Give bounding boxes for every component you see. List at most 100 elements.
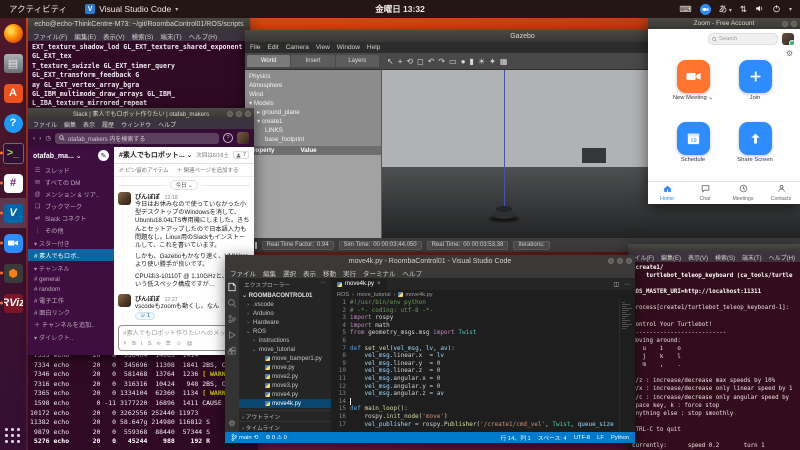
teleop-titlebar[interactable]	[628, 244, 800, 252]
menu-item[interactable]: 端末(T)	[742, 253, 762, 262]
activities-button[interactable]: アクティビティ	[0, 0, 76, 18]
gazebo-tree-item[interactable]: Wind	[249, 90, 377, 99]
help-icon[interactable]: ?	[223, 133, 233, 143]
menu-item[interactable]: 表示(V)	[688, 253, 708, 262]
menu-item[interactable]: 選択	[283, 268, 296, 278]
file-tree-item[interactable]: ›instructions	[239, 336, 331, 345]
menu-item[interactable]: View	[316, 44, 330, 51]
sidebar-section[interactable]: › タイムライン	[239, 421, 331, 432]
file-tree-item[interactable]: move_bamper1.py	[239, 354, 331, 363]
workspace-switcher[interactable]: otafab_ma... ⌄ ✎	[28, 147, 114, 164]
slack-icon[interactable]: #	[0, 168, 26, 198]
more-actions-icon[interactable]: ⋯	[320, 280, 326, 289]
add-page[interactable]: ＋ 関連ページを追加する	[177, 166, 239, 174]
menu-item[interactable]: 端末(T)	[160, 31, 181, 41]
vscode-icon[interactable]: V	[0, 198, 26, 228]
files-icon[interactable]: ▤	[0, 48, 26, 78]
sun-light-icon[interactable]: ☀	[478, 57, 485, 66]
rviz-icon[interactable]: RViz	[0, 288, 26, 318]
spot-light-icon[interactable]: ✦	[489, 57, 496, 66]
composer-format-icon[interactable]: ⚡	[123, 341, 127, 347]
pinned-items[interactable]: ✐ ピン留めアイテム	[119, 166, 169, 174]
menu-item[interactable]: ファイル(F)	[33, 31, 67, 41]
zoom-window[interactable]: Zoom - Free Account Search ⚙ New Meeting…	[648, 18, 800, 204]
extensions-icon[interactable]	[227, 346, 237, 356]
zoom-nav-contacts[interactable]: Contacts	[762, 184, 800, 202]
sidebar-item[interactable]: ✉すべての DM	[28, 176, 114, 188]
file-tree-item[interactable]: move3.py	[239, 381, 331, 390]
menu-item[interactable]: Help	[367, 44, 380, 51]
terminal-titlebar[interactable]: echo@echo-ThinkCentre-M73: ~/git/RoombaC…	[28, 18, 250, 30]
gazebo-distant-box[interactable]	[582, 148, 606, 163]
channel-item[interactable]: # general	[28, 274, 114, 284]
member-count[interactable]: 7	[233, 151, 249, 159]
menu-item[interactable]: 移動	[323, 268, 336, 278]
system-menu-caret[interactable]: ▾	[789, 6, 792, 13]
focused-app-menu[interactable]: V Visual Studio Code▾	[76, 0, 187, 18]
sidebar-section-header[interactable]: ▾ スター付き	[28, 236, 114, 249]
tab-move4k[interactable]: move4k.py ×	[331, 278, 387, 290]
file-tree-item[interactable]: move4k.py	[239, 399, 331, 408]
message-author[interactable]: びんぼぼ	[135, 296, 160, 303]
composer-format-icon[interactable]: ☺	[176, 341, 182, 347]
menu-item[interactable]: File	[250, 44, 260, 51]
box-icon[interactable]: ▭	[449, 57, 457, 66]
menu-item[interactable]: ファイル	[230, 268, 256, 278]
slack-window[interactable]: Slack | 素人でもロボット作りたい | otafab_makers ファイ…	[28, 108, 254, 355]
sidebar-item[interactable]: ⇄Slack コネクト	[28, 212, 114, 224]
reaction-badge[interactable]: ☺ 1	[135, 312, 155, 320]
composer-format-icon[interactable]: @	[187, 341, 193, 347]
sidebar-item[interactable]: @メンション & リア..	[28, 188, 114, 200]
vscode-titlebar[interactable]: move4k.py - RoombaControl01 - Visual Stu…	[225, 255, 635, 267]
zoom-search-input[interactable]: Search	[708, 33, 778, 45]
schedule-button[interactable]: 19	[677, 122, 710, 155]
back-icon[interactable]: ‹	[33, 135, 35, 142]
vscode-window[interactable]: move4k.py - RoombaControl01 - Visual Stu…	[225, 255, 635, 443]
menu-item[interactable]: 実行	[343, 268, 356, 278]
menu-item[interactable]: Edit	[267, 44, 278, 51]
composer-format-icon[interactable]: ☰	[166, 341, 171, 347]
clock[interactable]: 金曜日 13:32	[375, 3, 425, 15]
minimap[interactable]	[619, 299, 635, 432]
settings-gear-icon[interactable]: ⚙	[648, 49, 800, 58]
channel-topic[interactable]: 次回は6/18土	[196, 151, 229, 159]
editor-more-icon[interactable]: ⋯	[624, 281, 630, 288]
file-tree-item[interactable]: ›Arduino	[239, 309, 331, 318]
menu-item[interactable]: 検索(S)	[132, 31, 154, 41]
help-icon[interactable]: ?	[0, 108, 26, 138]
cylinder-icon[interactable]: ▮	[470, 57, 474, 66]
compose-icon[interactable]: ✎	[98, 150, 109, 161]
slack-titlebar[interactable]: Slack | 素人でもロボット作りたい | otafab_makers	[28, 108, 254, 119]
composer-format-icon[interactable]: S	[148, 341, 152, 347]
file-tree-item[interactable]: move4.py	[239, 390, 331, 399]
menu-item[interactable]: 表示(V)	[103, 31, 125, 41]
date-divider[interactable]: 今日 ⌄	[118, 180, 250, 190]
menu-item[interactable]: 表示	[83, 120, 95, 129]
project-root-folder[interactable]: ⌄ ROOMBACONTROL01	[239, 291, 331, 300]
gazebo-tree-item[interactable]: Physics	[249, 72, 377, 81]
sidebar-section-header[interactable]: ▾ チャンネル	[28, 261, 114, 274]
run-debug-icon[interactable]	[227, 330, 237, 340]
new-meeting-button[interactable]	[677, 60, 710, 93]
breadcrumb-item[interactable]: move_tutorial	[357, 292, 391, 298]
explorer-icon[interactable]	[227, 282, 237, 292]
channel-item[interactable]: ＋ チャンネルを追加..	[28, 318, 114, 330]
sidebar-section[interactable]: › アウトライン	[239, 410, 331, 421]
channel-name[interactable]: #素人でもロボット... ⌄	[119, 150, 192, 160]
zoom-avatar[interactable]	[782, 33, 794, 45]
menu-item[interactable]: ウィンドウ	[121, 120, 151, 129]
status-item[interactable]: スペース: 4	[538, 433, 567, 442]
sidebar-item[interactable]: ⋮その他	[28, 224, 114, 236]
breadcrumb[interactable]: ROS›move_tutorial›move4k.py	[331, 290, 635, 299]
zoom-titlebar[interactable]: Zoom - Free Account	[648, 18, 800, 29]
status-item[interactable]: Python	[611, 435, 629, 441]
scale-icon[interactable]: ◻	[417, 57, 424, 66]
source-control-icon[interactable]	[227, 314, 237, 324]
grid-icon[interactable]: ▦	[500, 57, 508, 66]
menu-item[interactable]: ヘルプ	[403, 268, 423, 278]
terminal-window-process-list[interactable]: 7335 echo 20 0 336404 14065 1414 7334 ec…	[28, 348, 258, 450]
menu-item[interactable]: 編集	[263, 268, 276, 278]
sidebar-item[interactable]: ❏ブックマーク	[28, 200, 114, 212]
code-editor[interactable]: 1#!/usr/bin/env python2# -*- coding: utf…	[331, 299, 619, 432]
undo-icon[interactable]: ↶	[428, 57, 435, 66]
